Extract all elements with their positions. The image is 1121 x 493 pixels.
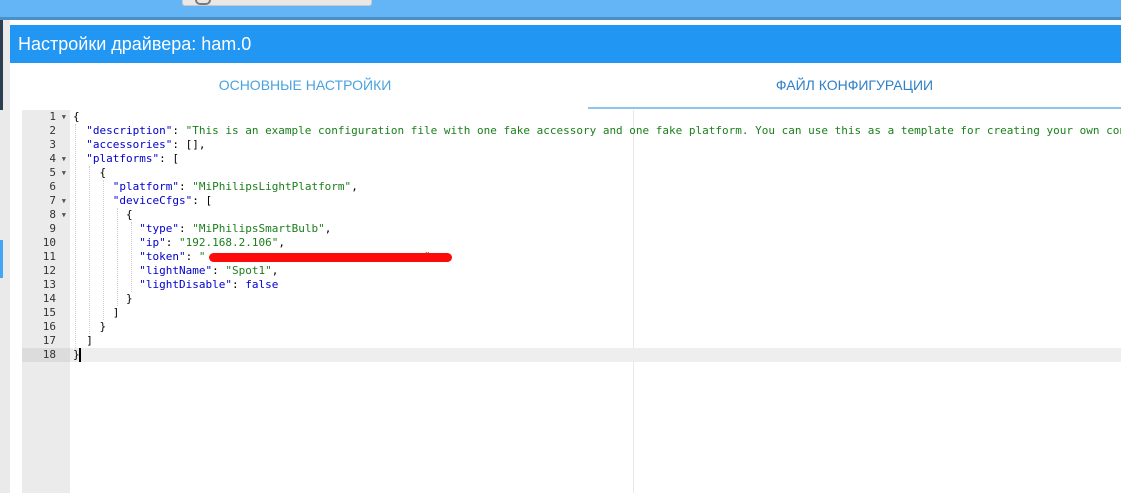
code-line: "platforms": [ xyxy=(86,152,179,165)
gutter-line: 16 xyxy=(22,320,70,334)
tab-bar: ОСНОВНЫЕ НАСТРОЙКИ ФАЙЛ КОНФИГУРАЦИИ xyxy=(22,63,1121,109)
line-number: 4 xyxy=(49,152,56,165)
line-number: 16 xyxy=(42,320,56,333)
gutter-line: 7 ▼ xyxy=(22,194,70,208)
code-line: { xyxy=(73,110,80,123)
code-line: { xyxy=(125,208,133,221)
code-editor[interactable]: 1 ▼ 2 3 4 ▼ 5 ▼ 6 7 ▼ 8 ▼ 9 10 11 12 13 14 15… xyxy=(22,110,1121,493)
code-line: "lightDisable": false xyxy=(139,278,279,291)
fold-arrow-icon[interactable]: ▼ xyxy=(62,152,66,166)
gutter-line: 6 xyxy=(22,180,70,194)
line-number: 8 xyxy=(49,208,56,221)
line-number: 10 xyxy=(42,236,56,249)
fold-arrow-icon[interactable]: ▼ xyxy=(62,166,66,180)
print-margin xyxy=(633,110,634,493)
code-line: "platform": "MiPhilipsLightPlatform", xyxy=(112,180,358,193)
gutter-line: 5 ▼ xyxy=(22,166,70,180)
code-line: ] xyxy=(86,334,93,347)
background-sidebar-active-strip xyxy=(0,240,3,278)
code-line: "lightName": "Spot1", xyxy=(139,264,279,277)
gutter-line: 10 xyxy=(22,236,70,250)
line-number: 15 xyxy=(42,306,56,319)
line-number: 3 xyxy=(49,138,56,151)
gutter-line: 14 xyxy=(22,292,70,306)
gutter-line: 11 xyxy=(22,250,70,264)
gutter-line: 9 xyxy=(22,222,70,236)
line-number: 9 xyxy=(49,222,56,235)
code-line: "deviceCfgs": [ xyxy=(112,194,213,207)
gutter-line-active: 18 xyxy=(22,348,70,362)
line-number: 14 xyxy=(42,292,56,305)
search-icon xyxy=(195,0,211,5)
active-line-highlight xyxy=(70,348,1121,362)
line-number: 18 xyxy=(42,348,56,361)
code-line: "description": "This is an example confi… xyxy=(86,124,1121,137)
code-line: } xyxy=(125,292,133,305)
gutter-line: 13 xyxy=(22,278,70,292)
gutter-line: 8 ▼ xyxy=(22,208,70,222)
token-redaction-mark xyxy=(209,253,452,262)
fold-arrow-icon[interactable]: ▼ xyxy=(62,194,66,208)
gutter-line: 1 ▼ xyxy=(22,110,70,124)
dialog-title: Настройки драйвера: ham.0 xyxy=(10,25,1121,63)
gutter-line: 17 xyxy=(22,334,70,348)
adapter-settings-dialog: Настройки драйвера: ham.0 ОСНОВНЫЕ НАСТР… xyxy=(10,25,1121,493)
code-line: "type": "MiPhilipsSmartBulb", xyxy=(139,222,332,235)
gutter-line: 3 xyxy=(22,138,70,152)
code-line: ] xyxy=(112,306,120,319)
code-line: "ip": "192.168.2.106", xyxy=(139,236,285,249)
line-number: 17 xyxy=(42,334,56,347)
line-number: 13 xyxy=(42,278,56,291)
fold-arrow-icon[interactable]: ▼ xyxy=(62,110,66,124)
line-number: 5 xyxy=(49,166,56,179)
active-tab-indicator xyxy=(588,107,1121,109)
line-number: 12 xyxy=(42,264,56,277)
code-line: { xyxy=(99,166,107,179)
line-number: 7 xyxy=(49,194,56,207)
line-number: 6 xyxy=(49,180,56,193)
top-bar-edge xyxy=(0,17,1121,20)
line-number: 2 xyxy=(49,124,56,137)
code-line: "accessories": [], xyxy=(86,138,206,151)
gutter-line: 4 ▼ xyxy=(22,152,70,166)
line-number: 1 xyxy=(49,110,56,123)
text-cursor xyxy=(79,348,81,362)
gutter-line: 15 xyxy=(22,306,70,320)
fold-arrow-icon[interactable]: ▼ xyxy=(62,208,66,222)
tab-basic-settings[interactable]: ОСНОВНЫЕ НАСТРОЙКИ xyxy=(22,63,588,109)
background-sidebar-dark-strip xyxy=(0,20,3,110)
gutter-line: 2 xyxy=(22,124,70,138)
line-number: 11 xyxy=(42,250,56,263)
tab-config-file[interactable]: ФАЙЛ КОНФИГУРАЦИИ xyxy=(588,63,1121,109)
gutter-line: 12 xyxy=(22,264,70,278)
code-line: } xyxy=(99,320,107,333)
